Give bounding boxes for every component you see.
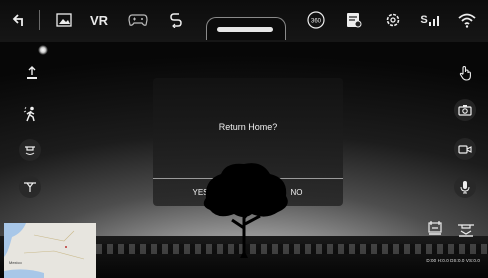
photo-camera-icon[interactable] (454, 99, 476, 121)
video-camera-icon[interactable] (454, 138, 476, 160)
camera-360-icon[interactable]: 360 (306, 10, 326, 30)
calibration-icon[interactable] (424, 217, 446, 239)
minimap[interactable]: Mexico (4, 223, 96, 278)
gamepad-icon[interactable] (127, 10, 149, 30)
drone-waypoint-icon[interactable] (19, 176, 41, 198)
gallery-icon[interactable] (55, 10, 73, 30)
microphone-icon[interactable] (454, 176, 476, 198)
star-glow (38, 45, 48, 55)
return-path-icon[interactable] (168, 10, 184, 30)
tree-silhouette (203, 163, 288, 258)
follow-person-icon[interactable] (20, 103, 42, 125)
signal-icon: S (417, 10, 445, 30)
drone-land-icon[interactable] (455, 219, 477, 241)
gear-icon[interactable] (384, 10, 402, 30)
top-toolbar: VR 360 S (0, 0, 488, 42)
drone-orbit-icon[interactable] (19, 139, 41, 161)
signal-label: S (420, 14, 428, 26)
dialog-title: Return Home? (218, 122, 278, 132)
icon-360-text: 360 (311, 19, 322, 25)
map-water (4, 223, 85, 278)
toolbar-divider (39, 10, 40, 30)
back-arrow-icon[interactable] (10, 10, 28, 30)
wifi-icon (456, 10, 478, 30)
settings-panel-icon[interactable] (345, 10, 363, 30)
takeoff-icon[interactable] (21, 62, 43, 84)
gesture-hand-icon[interactable] (454, 62, 476, 84)
drag-handle[interactable] (217, 27, 273, 32)
telemetry-readout: D:00 H:0.0 DS:0.0 VS:0.0 (426, 258, 480, 263)
map-place-label: Mexico (9, 260, 22, 265)
vr-label: VR (89, 12, 109, 28)
vr-button[interactable]: VR (88, 10, 110, 30)
